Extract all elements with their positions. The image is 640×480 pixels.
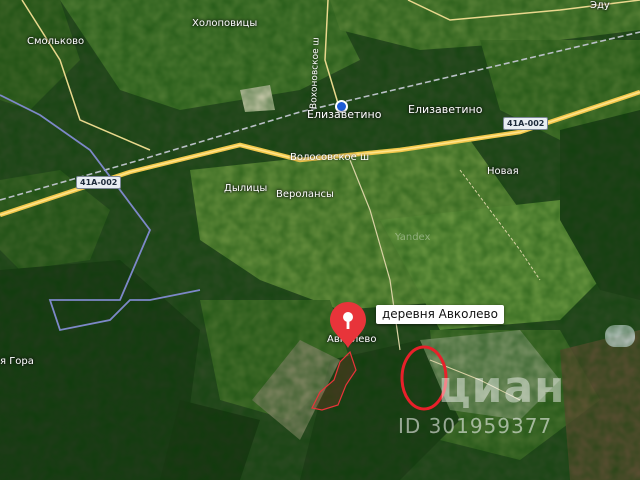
place-label-holopovitsy: Холоповицы [192, 18, 258, 29]
cian-watermark-logo: циан [438, 362, 566, 413]
place-label-dylitsy: Дылицы [224, 183, 268, 194]
place-label-gora: я Гора [0, 356, 34, 367]
place-label-elizavetino-station: Елизаветино [307, 108, 382, 121]
map-pin[interactable] [328, 300, 368, 350]
place-label-novaya: Новая [487, 166, 519, 177]
road-shield: 41А-002 [76, 176, 122, 189]
place-label-verolantsy: Веролансы [276, 189, 334, 200]
place-label-edu: Эду [590, 0, 610, 11]
yandex-watermark: Yandex [395, 232, 431, 243]
map-pin-icon [330, 302, 366, 348]
place-label-smolkovo: Смольково [27, 36, 85, 47]
pin-label[interactable]: деревня Авколево [376, 305, 504, 324]
satellite-map[interactable]: Холоповицы Смольково Вохоновское ш Елиза… [0, 0, 640, 480]
road-label-volosovskoe: Волосовское ш [290, 152, 370, 163]
place-label-elizavetino: Елизаветино [408, 103, 483, 116]
cian-watermark-id: ID 301959377 [398, 414, 553, 438]
road-shield: 41А-002 [503, 117, 549, 130]
